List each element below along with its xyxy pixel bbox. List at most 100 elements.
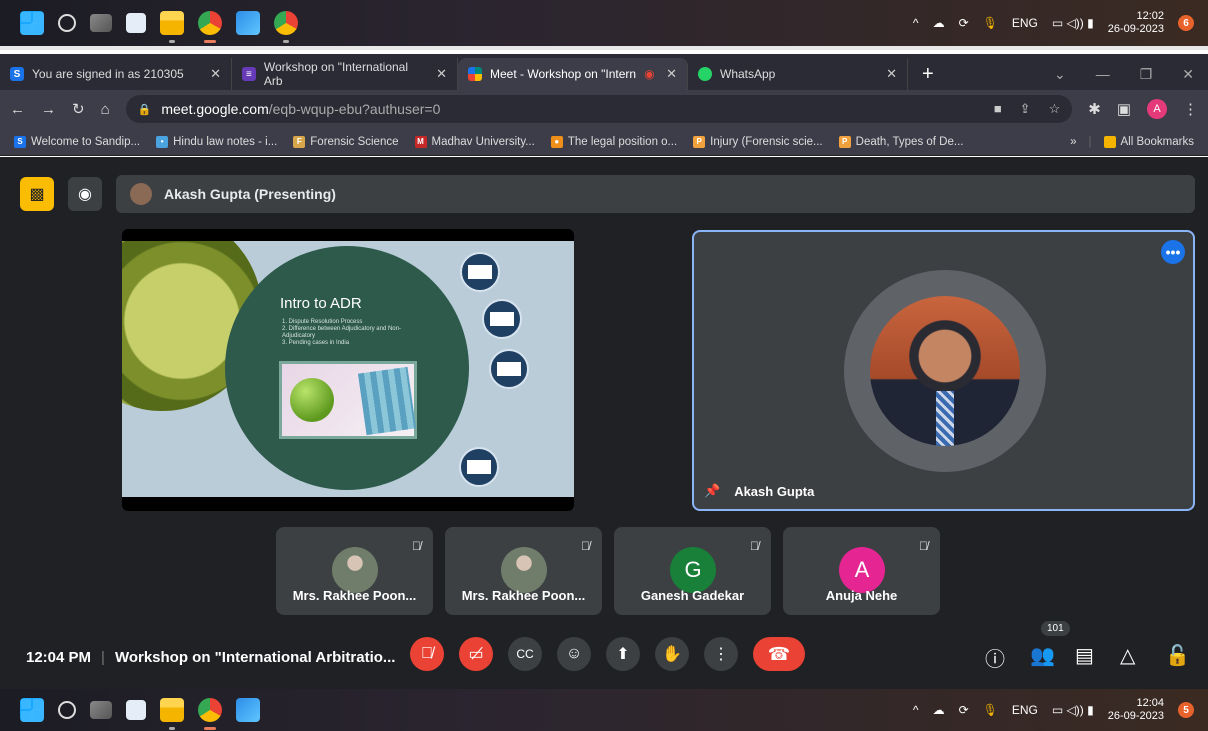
camera-icon[interactable]: ■: [994, 101, 1002, 117]
language-indicator[interactable]: ENG: [1012, 16, 1038, 30]
restore-button[interactable]: ❐: [1140, 66, 1153, 83]
bookmark-item[interactable]: M Madhav University...: [414, 135, 535, 148]
photos-icon[interactable]: [236, 698, 260, 722]
chevron-up-icon[interactable]: ^: [913, 16, 919, 30]
chrome-icon[interactable]: [198, 11, 222, 43]
mic-off-button[interactable]: 🎙̸: [410, 637, 444, 671]
tab-search-chevron-icon[interactable]: ⌄: [1054, 66, 1066, 83]
slide-list-item: 2. Difference between Adjudicatory and N…: [282, 326, 401, 339]
close-window-button[interactable]: ✕: [1182, 66, 1194, 83]
bookmark-item[interactable]: ● The legal position o...: [550, 135, 677, 148]
share-icon[interactable]: ⇪: [1020, 101, 1031, 117]
profile-avatar[interactable]: A: [1147, 99, 1167, 119]
home-icon[interactable]: ⌂: [101, 101, 110, 118]
participant-tile[interactable]: 🎙̸ Mrs. Rakhee Poon...: [276, 527, 433, 615]
sync-icon[interactable]: ⟳: [959, 703, 969, 717]
sync-icon[interactable]: ⟳: [959, 16, 969, 30]
eye-icon[interactable]: ◉: [68, 177, 102, 211]
bookmark-item[interactable]: P Injury (Forensic scie...: [693, 135, 823, 148]
tab-meet[interactable]: Meet - Workshop on "Intern ◉ ✕: [458, 58, 688, 90]
search-icon[interactable]: [58, 701, 76, 719]
clock[interactable]: 12:04 26-09-2023: [1108, 697, 1164, 723]
apple-image: [290, 378, 334, 422]
chevron-up-icon[interactable]: ^: [913, 703, 919, 717]
store-icon[interactable]: [126, 13, 146, 33]
clock-date: 26-09-2023: [1107, 710, 1164, 722]
task-view-icon[interactable]: [90, 14, 112, 32]
close-icon[interactable]: ✕: [210, 66, 221, 82]
chrome-profile-icon[interactable]: [274, 11, 298, 43]
participant-tile[interactable]: 🎙̸ Mrs. Rakhee Poon...: [445, 527, 602, 615]
slide-list-item: 1. Dispute Resolution Process: [282, 319, 363, 325]
reload-icon[interactable]: ↻: [72, 100, 85, 118]
shared-screen[interactable]: Intro to ADR 1. Dispute Resolution Proce…: [122, 229, 574, 511]
windows-start-icon[interactable]: [20, 11, 44, 35]
network-volume-battery-icon[interactable]: ▭ ◁)) ▮: [1052, 703, 1094, 717]
mic-icon[interactable]: 🎙: [983, 703, 998, 717]
chat-icon[interactable]: ▤: [1075, 643, 1094, 668]
windows-start-icon[interactable]: [20, 698, 44, 722]
people-icon[interactable]: 👥: [1030, 643, 1055, 668]
task-view-icon[interactable]: [90, 701, 112, 719]
bookmark-item[interactable]: F Forensic Science: [293, 135, 399, 148]
language-indicator[interactable]: ENG: [1012, 703, 1038, 717]
network-volume-battery-icon[interactable]: ▭ ◁)) ▮: [1052, 16, 1094, 30]
all-bookmarks-button[interactable]: All Bookmarks: [1103, 135, 1194, 148]
star-icon[interactable]: ☆: [1049, 101, 1061, 117]
camera-off-button[interactable]: ▭̸: [459, 637, 493, 671]
captions-button[interactable]: CC: [508, 637, 542, 671]
menu-kebab-icon[interactable]: ⋮: [1183, 100, 1198, 118]
lock-icon[interactable]: 🔒: [138, 103, 152, 116]
tab-favicon: ≡: [242, 67, 256, 81]
photos-icon[interactable]: [236, 11, 260, 35]
pin-icon[interactable]: 📌: [704, 483, 720, 499]
file-explorer-icon[interactable]: [160, 698, 184, 730]
leave-call-button[interactable]: ☎: [753, 637, 805, 671]
cloud-icon[interactable]: ☁: [933, 16, 945, 30]
tab-signed-in[interactable]: S You are signed in as 210305 ✕: [0, 58, 232, 90]
activities-icon[interactable]: △: [1120, 643, 1135, 668]
bookmark-item[interactable]: • Hindu law notes - i...: [156, 135, 277, 148]
chrome-icon[interactable]: [198, 698, 222, 730]
mic-off-icon: 🎙̸: [581, 539, 590, 553]
bookmark-favicon-icon: P: [838, 135, 851, 148]
mic-icon[interactable]: 🎙: [983, 16, 998, 30]
raise-hand-button[interactable]: ✋: [655, 637, 689, 671]
tab-workshop-form[interactable]: ≡ Workshop on "International Arb ✕: [232, 58, 458, 90]
new-tab-button[interactable]: +: [908, 58, 948, 90]
extensions-icon[interactable]: ✱: [1088, 100, 1101, 118]
close-icon[interactable]: ✕: [436, 66, 447, 82]
tab-whatsapp[interactable]: WhatsApp ✕: [688, 58, 908, 90]
url-input[interactable]: 🔒 meet.google.com/eqb-wqup-ebu?authuser=…: [125, 95, 1073, 123]
notification-badge[interactable]: 6: [1178, 15, 1194, 31]
participant-tile[interactable]: A 🎙̸ Anuja Nehe: [783, 527, 940, 615]
store-icon[interactable]: [126, 700, 146, 720]
participant-name: Mrs. Rakhee Poon...: [292, 588, 417, 603]
more-options-button[interactable]: ⋮: [704, 637, 738, 671]
side-panel-icon[interactable]: ▣: [1117, 100, 1131, 118]
apple-notebook-image: [279, 361, 417, 439]
search-icon[interactable]: [58, 14, 76, 32]
bookmark-item[interactable]: P Death, Types of De...: [838, 135, 963, 148]
minimize-button[interactable]: —: [1096, 66, 1110, 82]
forward-icon[interactable]: →: [41, 101, 56, 118]
notification-badge[interactable]: 5: [1178, 702, 1194, 718]
back-icon[interactable]: ←: [10, 101, 25, 118]
speaker-tile[interactable]: ••• 📌 Akash Gupta: [692, 230, 1195, 511]
hide-presentation-icon[interactable]: ▩: [20, 177, 54, 211]
meeting-details-icon[interactable]: ⓘ: [985, 643, 1005, 672]
cloud-icon[interactable]: ☁: [933, 703, 945, 717]
present-button[interactable]: ⬆: [606, 637, 640, 671]
file-explorer-icon[interactable]: [160, 11, 184, 43]
bookmarks-overflow-button[interactable]: »: [1070, 136, 1076, 148]
more-options-icon[interactable]: •••: [1161, 240, 1185, 264]
emoji-button[interactable]: ☺: [557, 637, 591, 671]
close-icon[interactable]: ✕: [666, 66, 677, 82]
slide-thumbnail: [489, 349, 529, 389]
bookmark-item[interactable]: S Welcome to Sandip...: [14, 135, 140, 148]
clock[interactable]: 12:02 26-09-2023: [1108, 10, 1164, 36]
participant-tile[interactable]: G 🎙̸ Ganesh Gadekar: [614, 527, 771, 615]
host-controls-icon[interactable]: 🔓: [1165, 643, 1190, 668]
slide-list: 1. Dispute Resolution Process 2. Differe…: [282, 319, 432, 347]
close-icon[interactable]: ✕: [886, 66, 897, 82]
